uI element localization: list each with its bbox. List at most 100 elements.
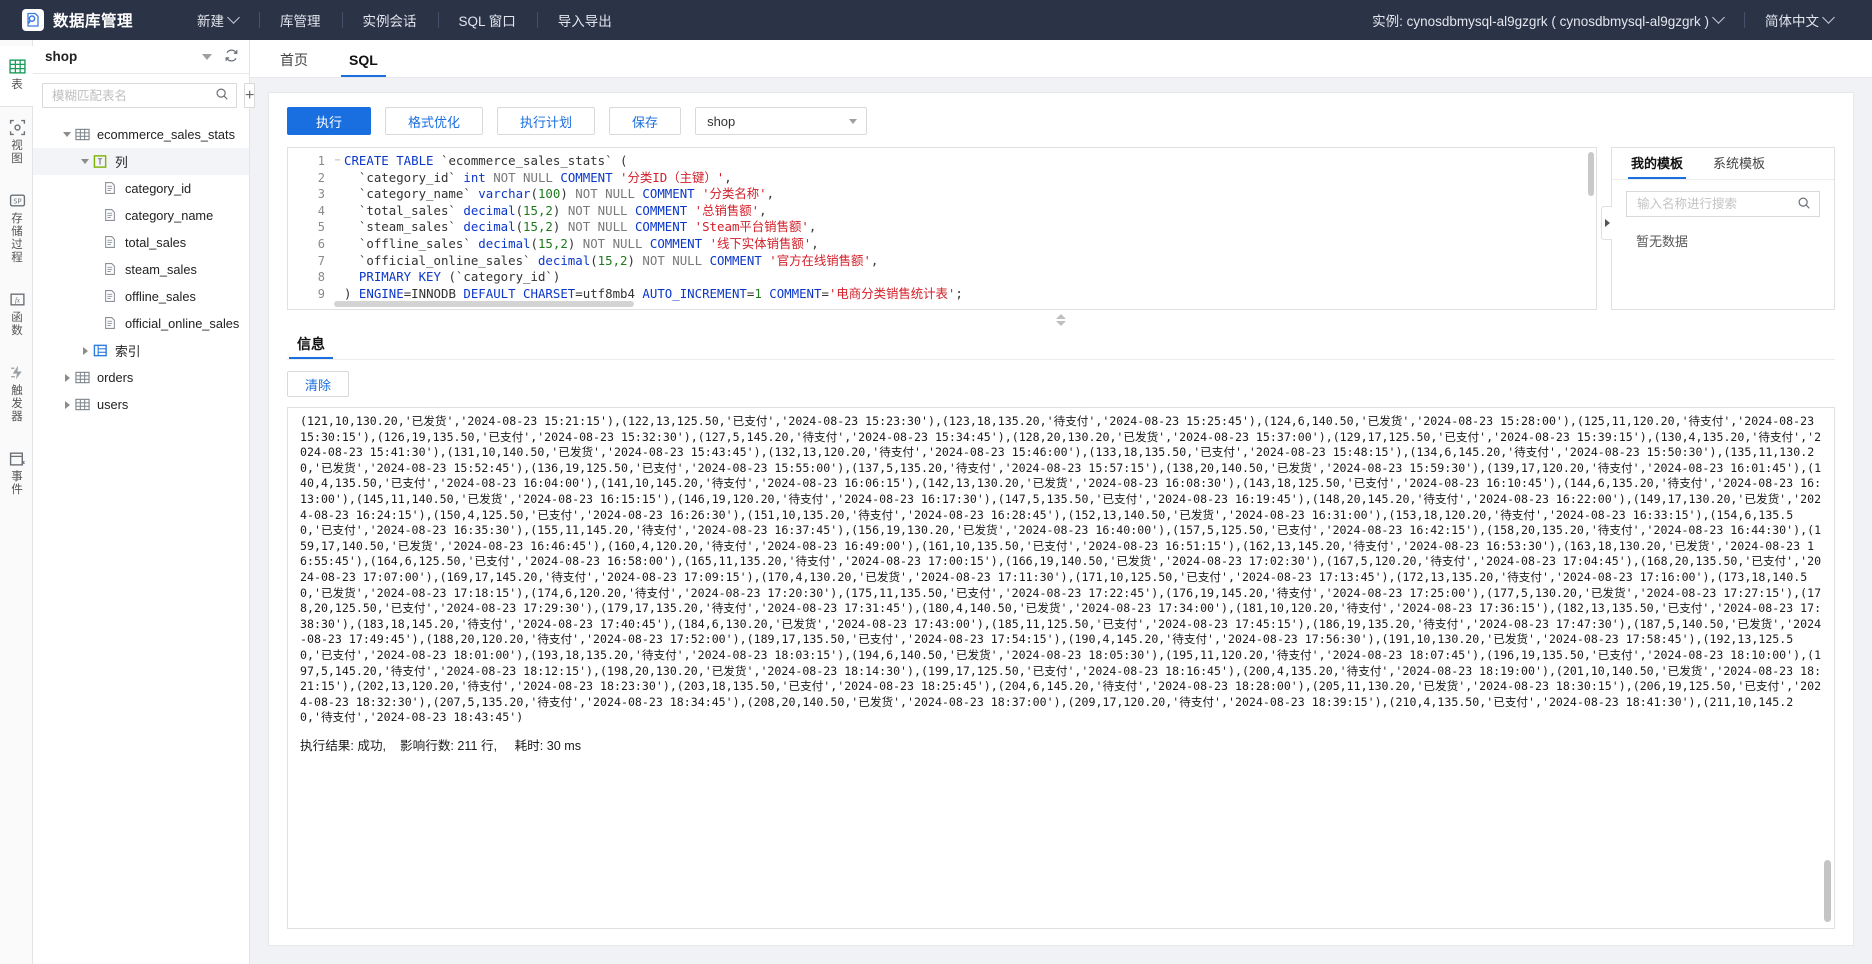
tree-node-users[interactable]: users (33, 391, 249, 418)
refresh-icon[interactable] (224, 48, 239, 66)
code-line: 4 `total_sales` decimal(15,2) NOT NULL C… (288, 203, 1596, 220)
save-button[interactable]: 保存 (609, 107, 682, 135)
app-header: 数据库管理 新建 库管理 实例会话 SQL 窗口 导入导出 实例: cynosd… (0, 0, 1872, 40)
tab-info[interactable]: 信息 (289, 337, 333, 359)
tree-node-total-sales[interactable]: total_sales (33, 229, 249, 256)
tab-info-label: 信息 (297, 336, 325, 352)
log-vertical-scrollbar[interactable] (1824, 860, 1831, 922)
splitter-down-icon (1056, 321, 1066, 326)
twisty-down-icon[interactable] (77, 159, 93, 164)
rail-item-stored-procedures[interactable]: SP 存储过程 (0, 180, 33, 279)
rail-item-functions-label: 函数 (11, 312, 23, 337)
chevron-down-icon[interactable] (202, 53, 212, 60)
sql-editor-code[interactable]: 1− CREATE TABLE `ecommerce_sales_stats` (… (288, 148, 1596, 302)
tree-node-label: steam_sales (125, 262, 197, 277)
template-search-wrapper[interactable] (1626, 191, 1820, 217)
brand-title: 数据库管理 (53, 13, 134, 30)
tab-my-templates[interactable]: 我的模板 (1628, 156, 1687, 179)
nav-item-new[interactable]: 新建 (176, 0, 259, 40)
instance-selector[interactable]: 实例: cynosdbmysql-al9gzgrk ( cynosdbmysql… (1351, 0, 1744, 40)
tree-node-steam-sales[interactable]: steam_sales (33, 256, 249, 283)
tree-node-label: offline_sales (125, 289, 196, 304)
template-tabs: 我的模板 系统模板 (1612, 148, 1834, 180)
tree-node-columns[interactable]: T 列 (33, 148, 249, 175)
clear-button[interactable]: 清除 (287, 371, 350, 397)
editor-horizontal-scrollbar[interactable] (334, 301, 634, 307)
column-icon: T (93, 154, 108, 169)
rail-item-views-label: 视图 (11, 140, 23, 165)
rail-item-triggers[interactable]: 触发器 (0, 352, 33, 438)
language-selector[interactable]: 简体中文 (1744, 0, 1854, 40)
sql-toolbar: 执行 格式优化 执行计划 保存 shop (287, 107, 1835, 135)
search-icon[interactable] (1797, 196, 1811, 213)
tree-node-label: users (97, 397, 129, 412)
search-input[interactable] (50, 87, 215, 104)
twisty-right-icon[interactable] (59, 373, 75, 382)
chevron-down-icon (849, 118, 858, 124)
plus-icon: + (245, 86, 255, 104)
code-line: 6 `offline_sales` decimal(15,2) NOT NULL… (288, 236, 1596, 253)
tab-my-templates-label: 我的模板 (1631, 156, 1684, 171)
tree-node-category-name[interactable]: category_name (33, 202, 249, 229)
panel-splitter[interactable] (287, 310, 1835, 330)
tree-node-official-online-sales[interactable]: official_online_sales (33, 310, 249, 337)
twisty-down-icon[interactable] (59, 132, 75, 137)
rail-item-views[interactable]: 视图 (0, 107, 33, 180)
line-number: 5 (317, 220, 325, 235)
field-icon (103, 289, 118, 304)
tree-node-offline-sales[interactable]: offline_sales (33, 283, 249, 310)
nav-item-sql-window[interactable]: SQL 窗口 (437, 0, 537, 40)
format-button[interactable]: 格式优化 (385, 107, 484, 135)
sql-editor[interactable]: 1− CREATE TABLE `ecommerce_sales_stats` (… (287, 147, 1597, 310)
database-select-value: shop (707, 113, 736, 129)
search-input-wrapper[interactable] (42, 83, 237, 108)
template-search-input[interactable] (1635, 196, 1797, 212)
twisty-right-icon[interactable] (59, 400, 75, 409)
tree-node-indexes[interactable]: 索引 (33, 337, 249, 364)
explain-plan-button[interactable]: 执行计划 (497, 107, 596, 135)
nav-item-new-label: 新建 (197, 14, 224, 29)
tree-node-label: orders (97, 370, 134, 385)
editor-row: 1− CREATE TABLE `ecommerce_sales_stats` (… (287, 147, 1835, 310)
collapse-right-icon[interactable] (1601, 206, 1612, 240)
tab-sql[interactable]: SQL (341, 53, 386, 77)
function-fx-icon: fx (9, 291, 26, 308)
nav-item-sql-window-label: SQL 窗口 (458, 14, 516, 29)
execution-summary: 执行结果: 成功, 影响行数: 211 行, 耗时: 30 ms (300, 738, 582, 753)
database-select[interactable]: shop (695, 107, 868, 135)
tab-system-templates[interactable]: 系统模板 (1710, 157, 1768, 179)
execution-log[interactable]: (121,10,130.20,'已发货','2024-08-23 15:21:1… (287, 407, 1835, 929)
nav-item-instance-session-label: 实例会话 (362, 14, 417, 29)
tree-node-label: 列 (115, 155, 128, 170)
field-icon (103, 208, 118, 223)
tree-node-category-id[interactable]: category_id (33, 175, 249, 202)
tree-node-ecommerce-sales-stats[interactable]: ecommerce_sales_stats (33, 121, 249, 148)
line-number: 6 (317, 236, 325, 251)
nav-item-db-manage[interactable]: 库管理 (259, 0, 342, 40)
add-table-button[interactable]: + (244, 83, 256, 108)
execute-button[interactable]: 执行 (287, 107, 372, 135)
line-number: 9 (317, 286, 325, 301)
code-line: 2 `category_id` int NOT NULL COMMENT '分类… (288, 170, 1596, 187)
object-tree-sidebar: shop + (33, 40, 256, 964)
rail-item-events[interactable]: 事件 (0, 438, 33, 511)
search-icon[interactable] (215, 87, 229, 104)
code-text: PRIMARY KEY (`category_id`) (344, 269, 561, 285)
event-calendar-icon (9, 450, 26, 467)
twisty-right-icon[interactable] (77, 346, 93, 355)
svg-text:fx: fx (15, 298, 21, 305)
tab-home[interactable]: 首页 (272, 53, 316, 77)
line-number: 1 (317, 154, 325, 168)
editor-vertical-scrollbar[interactable] (1588, 152, 1594, 196)
nav-item-import-export[interactable]: 导入导出 (536, 0, 633, 40)
fold-marker-icon[interactable]: − (332, 153, 343, 170)
line-number: 3 (317, 187, 325, 202)
rail-item-functions[interactable]: fx 函数 (0, 279, 33, 352)
rail-item-tables[interactable]: 表 (0, 46, 33, 106)
line-number: 2 (317, 170, 325, 185)
template-panel: 我的模板 系统模板 暂无数据 (1601, 147, 1835, 310)
nav-item-instance-session[interactable]: 实例会话 (341, 0, 438, 40)
database-selector[interactable]: shop (33, 40, 249, 74)
tree-node-orders[interactable]: orders (33, 364, 249, 391)
line-number: 4 (317, 203, 325, 218)
